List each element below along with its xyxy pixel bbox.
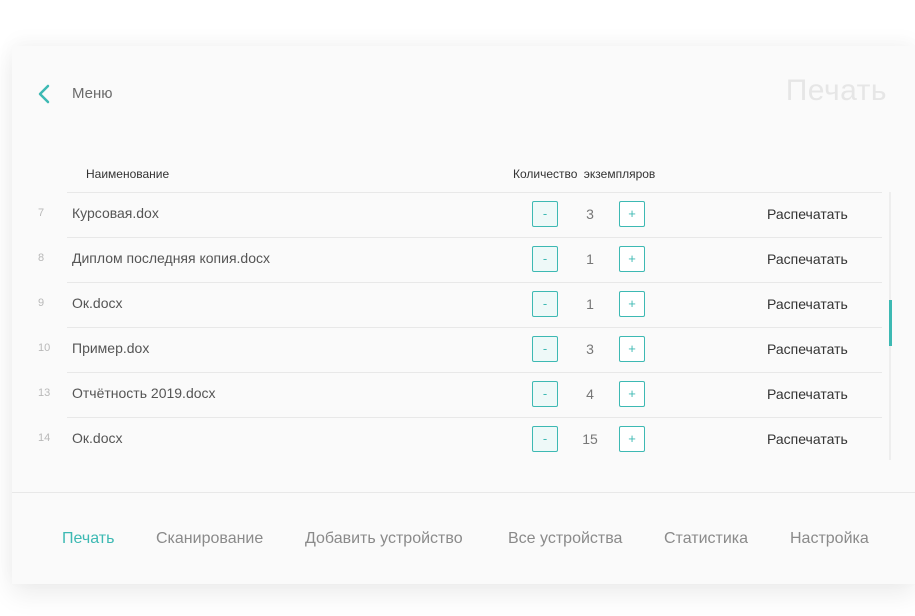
row-number: 9 [38,297,45,309]
increase-quantity-button[interactable]: + [619,246,645,272]
print-button[interactable]: Распечатать [767,341,848,357]
increase-quantity-button[interactable]: + [619,291,645,317]
decrease-quantity-button[interactable]: - [532,336,558,362]
increase-quantity-button[interactable]: + [619,201,645,227]
quantity-value: 15 [582,431,598,447]
document-name: Ок.docx [72,295,123,311]
row-number: 14 [38,432,51,444]
print-button[interactable]: Распечатать [767,206,848,222]
quantity-value: 3 [586,206,594,222]
column-header-name: Наименование [86,167,170,181]
table-row: 13 Отчётность 2019.docx - 4 + Распечатат… [12,372,882,417]
table-row: 8 Диплом последняя копия.docx - 1 + Расп… [12,237,882,282]
back-button[interactable] [36,82,52,106]
document-name: Отчётность 2019.docx [72,385,216,401]
quantity-value: 4 [586,386,594,402]
row-number: 8 [38,252,45,264]
quantity-value: 1 [586,251,594,267]
footer-divider [12,492,915,493]
increase-quantity-button[interactable]: + [619,336,645,362]
print-panel: Меню Печать Наименование Количество экзе… [12,46,915,584]
chevron-left-icon [38,84,50,104]
bottom-navigation: Печать Сканирование Добавить устройство … [12,530,915,554]
nav-item-statistics[interactable]: Статистика [664,530,748,548]
nav-item-add-device[interactable]: Добавить устройство [305,530,463,548]
scrollbar-track[interactable] [889,192,892,460]
document-name: Ок.docx [72,430,123,446]
quantity-value: 1 [586,296,594,312]
document-name: Курсовая.dox [72,205,159,221]
decrease-quantity-button[interactable]: - [532,426,558,452]
document-name: Диплом последняя копия.docx [72,250,270,266]
nav-item-scan[interactable]: Сканирование [156,530,263,548]
row-number: 13 [38,387,51,399]
print-button[interactable]: Распечатать [767,386,848,402]
nav-item-settings[interactable]: Настройка [790,530,869,548]
table-row: 14 Ок.docx - 15 + Распечатать [12,417,882,462]
print-button[interactable]: Распечатать [767,251,848,267]
table-row: 7 Курсовая.dox - 3 + Распечатать [12,192,882,237]
nav-item-all-devices[interactable]: Все устройства [508,530,622,548]
nav-item-print[interactable]: Печать [62,530,114,548]
document-list: 7 Курсовая.dox - 3 + Распечатать 8 Дипло… [12,192,882,462]
menu-link[interactable]: Меню [72,85,113,102]
print-button[interactable]: Распечатать [767,296,848,312]
increase-quantity-button[interactable]: + [619,426,645,452]
decrease-quantity-button[interactable]: - [532,201,558,227]
increase-quantity-button[interactable]: + [619,381,645,407]
table-row: 10 Пример.dox - 3 + Распечатать [12,327,882,372]
print-button[interactable]: Распечатать [767,431,848,447]
decrease-quantity-button[interactable]: - [532,291,558,317]
decrease-quantity-button[interactable]: - [532,381,558,407]
table-row: 9 Ок.docx - 1 + Распечатать [12,282,882,327]
quantity-value: 3 [586,341,594,357]
row-number: 10 [38,342,51,354]
decrease-quantity-button[interactable]: - [532,246,558,272]
page-title: Печать [785,74,887,107]
row-number: 7 [38,207,45,219]
document-name: Пример.dox [72,340,150,356]
scrollbar-thumb[interactable] [889,300,892,346]
column-header-quantity: Количество экземпляров [513,167,656,181]
